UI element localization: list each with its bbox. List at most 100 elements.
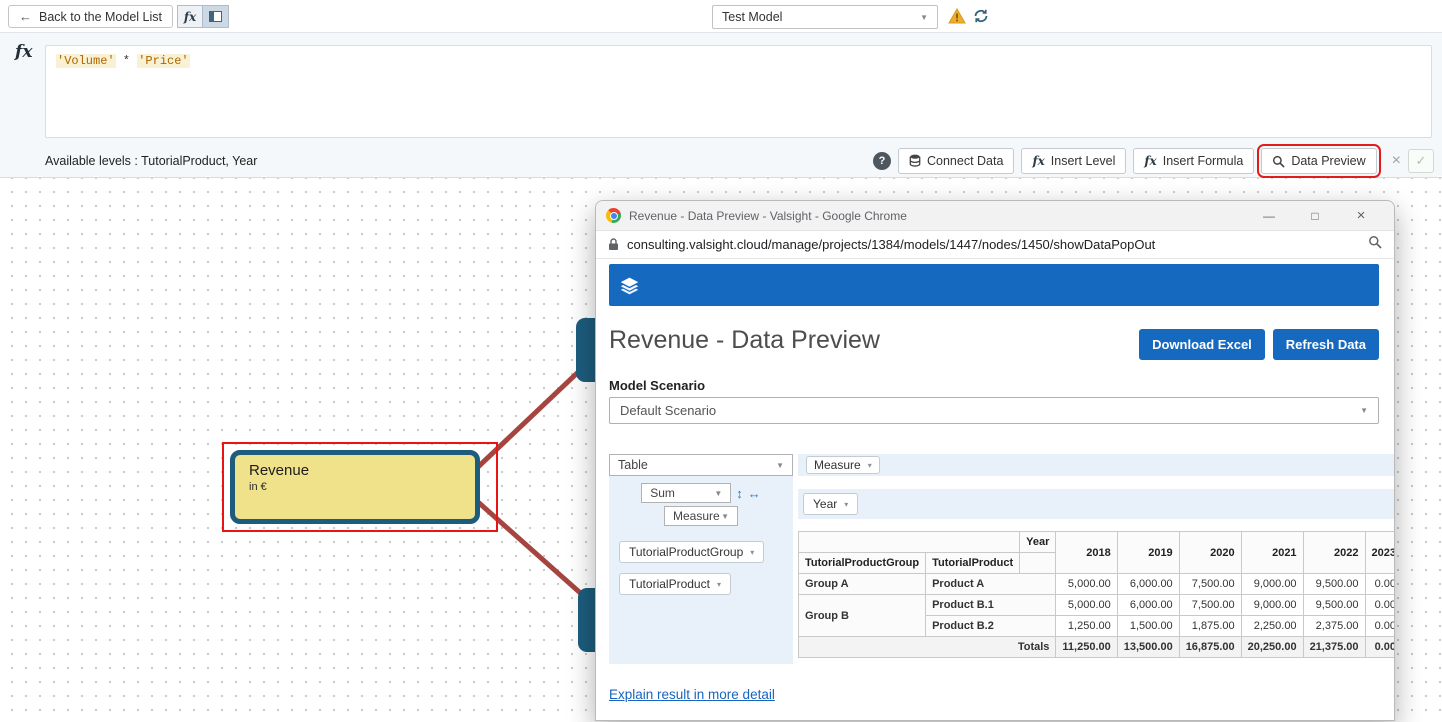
layers-icon bbox=[619, 275, 640, 296]
product-cell: Product A bbox=[926, 574, 1056, 595]
revenue-node[interactable]: Revenue in € bbox=[230, 450, 480, 524]
chevron-down-icon: ▼ bbox=[1360, 406, 1368, 415]
total-value-cell: 21,375.00 bbox=[1303, 637, 1365, 658]
back-arrow-icon: ← bbox=[19, 9, 32, 24]
insert-formula-label: Insert Formula bbox=[1163, 154, 1244, 168]
check-icon: ✓ bbox=[1416, 153, 1427, 169]
year-header: 2020 bbox=[1179, 532, 1241, 574]
insert-formula-button[interactable]: fx Insert Formula bbox=[1133, 148, 1254, 174]
value-cell: 0.00 bbox=[1365, 595, 1394, 616]
pivot-right-panel: Measure ▾ Year ▾ Year bbox=[798, 454, 1394, 658]
data-preview-button[interactable]: Data Preview bbox=[1261, 148, 1376, 174]
row-field-chips: TutorialProductGroup ▾ TutorialProduct ▾ bbox=[619, 541, 793, 595]
refresh-icon[interactable] bbox=[973, 8, 989, 29]
node-title: Revenue bbox=[249, 462, 475, 479]
value-cell: 9,000.00 bbox=[1241, 595, 1303, 616]
pivot-left-panel: Table ▼ Sum ▼ ↕ ↔ Measu bbox=[609, 454, 793, 664]
total-value-cell: 16,875.00 bbox=[1179, 637, 1241, 658]
total-value-cell: 20,250.00 bbox=[1241, 637, 1303, 658]
product-cell: Product B.1 bbox=[926, 595, 1056, 616]
maximize-button[interactable]: □ bbox=[1292, 201, 1338, 231]
window-titlebar[interactable]: Revenue - Data Preview - Valsight - Goog… bbox=[596, 201, 1394, 231]
chip-label: Year bbox=[813, 497, 837, 511]
totals-row-label: Totals bbox=[799, 637, 1056, 658]
address-bar[interactable]: consulting.valsight.cloud/manage/project… bbox=[596, 231, 1394, 259]
chevron-down-icon: ▼ bbox=[721, 512, 729, 521]
measure-chip[interactable]: Measure ▾ bbox=[806, 456, 880, 474]
formula-input[interactable]: 'Volume' * 'Price' bbox=[45, 45, 1432, 138]
model-select-dropdown[interactable]: Test Model ▼ bbox=[712, 5, 938, 29]
value-cell: 1,500.00 bbox=[1117, 616, 1179, 637]
back-to-model-list-button[interactable]: ← Back to the Model List bbox=[8, 5, 173, 28]
row-header-group: TutorialProductGroup bbox=[799, 553, 926, 574]
popup-content: Revenue - Data Preview Download Excel Re… bbox=[596, 259, 1394, 722]
aggregation-dropdown[interactable]: Sum ▼ bbox=[641, 483, 731, 503]
table-row: Group A Product A 5,000.00 6,000.00 7,50… bbox=[799, 574, 1395, 595]
panel-layout-toggle-button[interactable] bbox=[203, 5, 229, 28]
formula-editor-section: fx 'Volume' * 'Price' Available levels :… bbox=[0, 33, 1442, 178]
close-icon[interactable]: × bbox=[1392, 152, 1401, 170]
formula-token-price: 'Price' bbox=[137, 54, 189, 68]
page-header: Revenue - Data Preview Download Excel Re… bbox=[609, 326, 1379, 360]
download-excel-button[interactable]: Download Excel bbox=[1139, 329, 1265, 360]
value-cell: 5,000.00 bbox=[1056, 595, 1117, 616]
chevron-down-icon: ▾ bbox=[868, 461, 872, 470]
column-field-year[interactable]: Year ▾ bbox=[803, 493, 858, 515]
apply-check-button[interactable]: ✓ bbox=[1408, 149, 1434, 173]
app-header-banner bbox=[609, 264, 1379, 306]
fx-section-icon: fx bbox=[15, 42, 32, 62]
fx-icon: fx bbox=[1144, 154, 1156, 168]
chip-label: TutorialProduct bbox=[629, 577, 710, 591]
formula-operator: * bbox=[116, 54, 138, 68]
fx-icon: fx bbox=[1032, 154, 1044, 168]
group-cell: Group B bbox=[799, 595, 926, 637]
fx-icon: fx bbox=[184, 10, 196, 24]
formula-editor-toggle-button[interactable]: fx bbox=[177, 5, 203, 28]
year-header: 2022 bbox=[1303, 532, 1365, 574]
node-unit: in € bbox=[249, 481, 475, 493]
warning-icon[interactable] bbox=[948, 8, 966, 29]
lock-icon bbox=[608, 238, 619, 251]
corner-cell bbox=[799, 532, 1020, 553]
available-levels-text: Available levels : TutorialProduct, Year bbox=[45, 154, 257, 168]
zoom-search-icon[interactable] bbox=[1368, 235, 1382, 254]
row-field-tutorialproductgroup[interactable]: TutorialProductGroup ▾ bbox=[619, 541, 764, 563]
chevron-down-icon: ▾ bbox=[717, 580, 721, 589]
connect-data-button[interactable]: Connect Data bbox=[898, 148, 1014, 174]
scenario-dropdown[interactable]: Default Scenario ▼ bbox=[609, 397, 1379, 424]
help-icon[interactable]: ? bbox=[873, 152, 891, 170]
formula-footer: Available levels : TutorialProduct, Year… bbox=[0, 146, 1442, 176]
aggregation-row: Sum ▼ ↕ ↔ bbox=[609, 483, 793, 503]
row-field-tutorialproduct[interactable]: TutorialProduct ▾ bbox=[619, 573, 731, 595]
close-window-button[interactable]: × bbox=[1338, 201, 1384, 231]
model-scenario-label: Model Scenario bbox=[609, 378, 1394, 393]
chevron-down-icon: ▼ bbox=[776, 461, 784, 470]
chip-label: TutorialProductGroup bbox=[629, 545, 743, 559]
insert-level-button[interactable]: fx Insert Level bbox=[1021, 148, 1126, 174]
insert-level-label: Insert Level bbox=[1051, 154, 1116, 168]
url-text: consulting.valsight.cloud/manage/project… bbox=[627, 237, 1155, 252]
measure-strip: Measure ▾ bbox=[798, 454, 1394, 476]
back-button-label: Back to the Model List bbox=[39, 10, 162, 24]
value-cell: 6,000.00 bbox=[1117, 574, 1179, 595]
minimize-button[interactable]: — bbox=[1246, 201, 1292, 231]
year-header: 2019 bbox=[1117, 532, 1179, 574]
view-type-value: Table bbox=[618, 458, 648, 472]
total-value-cell: 0.00 bbox=[1365, 637, 1394, 658]
refresh-data-button[interactable]: Refresh Data bbox=[1273, 329, 1379, 360]
database-icon bbox=[909, 154, 921, 168]
value-cell: 2,375.00 bbox=[1303, 616, 1365, 637]
value-cell: 9,000.00 bbox=[1241, 574, 1303, 595]
columns-icon bbox=[209, 11, 222, 22]
measure-dropdown[interactable]: Measure ▼ bbox=[664, 506, 738, 526]
pivot-fields-panel: Sum ▼ ↕ ↔ Measure ▼ TutorialPr bbox=[609, 476, 793, 664]
swap-vertical-icon[interactable]: ↕ bbox=[736, 486, 743, 501]
view-type-dropdown[interactable]: Table ▼ bbox=[609, 454, 793, 476]
totals-row: Totals 11,250.00 13,500.00 16,875.00 20,… bbox=[799, 637, 1395, 658]
window-title: Revenue - Data Preview - Valsight - Goog… bbox=[629, 209, 907, 223]
swap-horizontal-icon[interactable]: ↔ bbox=[748, 486, 761, 501]
value-cell: 0.00 bbox=[1365, 574, 1394, 595]
value-cell: 7,500.00 bbox=[1179, 595, 1241, 616]
explain-result-link[interactable]: Explain result in more detail bbox=[609, 687, 775, 702]
data-preview-label: Data Preview bbox=[1291, 154, 1365, 168]
